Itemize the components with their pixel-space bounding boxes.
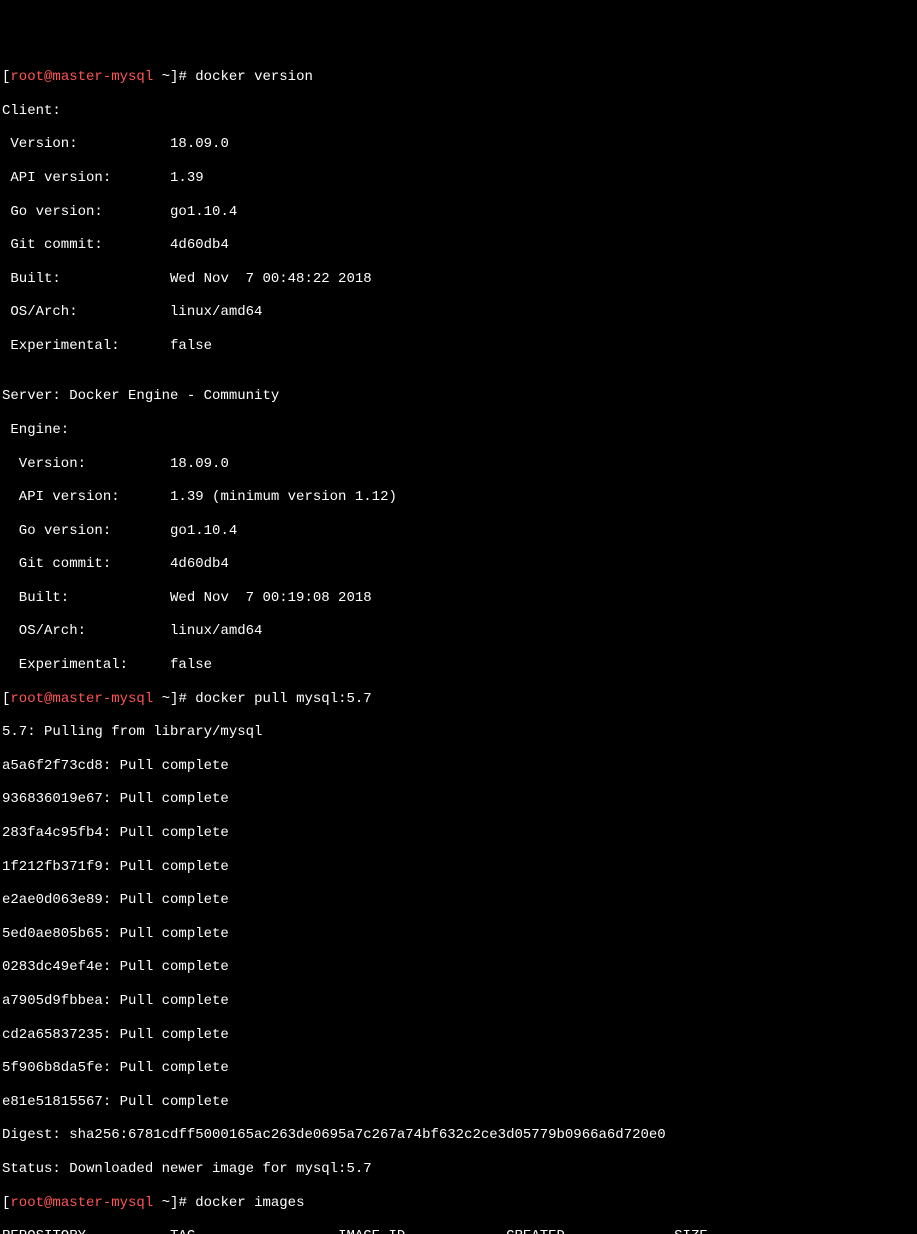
cmd-docker-pull[interactable]: docker pull mysql:5.7	[195, 691, 371, 707]
pull-layer: 1f212fb371f9: Pull complete	[2, 859, 915, 876]
server-api: API version: 1.39 (minimum version 1.12)	[2, 489, 915, 506]
client-git: Git commit: 4d60db4	[2, 237, 915, 254]
client-version: Version: 18.09.0	[2, 136, 915, 153]
pull-layer: cd2a65837235: Pull complete	[2, 1027, 915, 1044]
client-built: Built: Wed Nov 7 00:48:22 2018	[2, 271, 915, 288]
server-os: OS/Arch: linux/amd64	[2, 623, 915, 640]
client-exp: Experimental: false	[2, 338, 915, 355]
pull-header: 5.7: Pulling from library/mysql	[2, 724, 915, 741]
images-header: REPOSITORY TAG IMAGE ID CREATED SIZE	[2, 1228, 915, 1234]
server-built: Built: Wed Nov 7 00:19:08 2018	[2, 590, 915, 607]
server-git: Git commit: 4d60db4	[2, 556, 915, 573]
prompt-line-1: [root@master-mysql ~]# docker version	[2, 69, 915, 86]
server-exp: Experimental: false	[2, 657, 915, 674]
pull-status: Status: Downloaded newer image for mysql…	[2, 1161, 915, 1178]
client-os: OS/Arch: linux/amd64	[2, 304, 915, 321]
pull-layer: 283fa4c95fb4: Pull complete	[2, 825, 915, 842]
prompt-line-3: [root@master-mysql ~]# docker images	[2, 1195, 915, 1212]
cmd-docker-images[interactable]: docker images	[195, 1195, 304, 1211]
client-api: API version: 1.39	[2, 170, 915, 187]
pull-layer: a5a6f2f73cd8: Pull complete	[2, 758, 915, 775]
pull-digest: Digest: sha256:6781cdff5000165ac263de069…	[2, 1127, 915, 1144]
server-header: Server: Docker Engine - Community	[2, 388, 915, 405]
server-engine: Engine:	[2, 422, 915, 439]
server-go: Go version: go1.10.4	[2, 523, 915, 540]
user-host: root@master-mysql	[10, 1195, 153, 1211]
pull-layer: a7905d9fbbea: Pull complete	[2, 993, 915, 1010]
client-header: Client:	[2, 103, 915, 120]
user-host: root@master-mysql	[10, 69, 153, 85]
pull-layer: 0283dc49ef4e: Pull complete	[2, 959, 915, 976]
user-host: root@master-mysql	[10, 691, 153, 707]
pull-layer: e2ae0d063e89: Pull complete	[2, 892, 915, 909]
cmd-docker-version[interactable]: docker version	[195, 69, 313, 85]
pull-layer: 5ed0ae805b65: Pull complete	[2, 926, 915, 943]
prompt-line-2: [root@master-mysql ~]# docker pull mysql…	[2, 691, 915, 708]
client-go: Go version: go1.10.4	[2, 204, 915, 221]
server-version: Version: 18.09.0	[2, 456, 915, 473]
pull-layer: e81e51815567: Pull complete	[2, 1094, 915, 1111]
pull-layer: 936836019e67: Pull complete	[2, 791, 915, 808]
pull-layer: 5f906b8da5fe: Pull complete	[2, 1060, 915, 1077]
